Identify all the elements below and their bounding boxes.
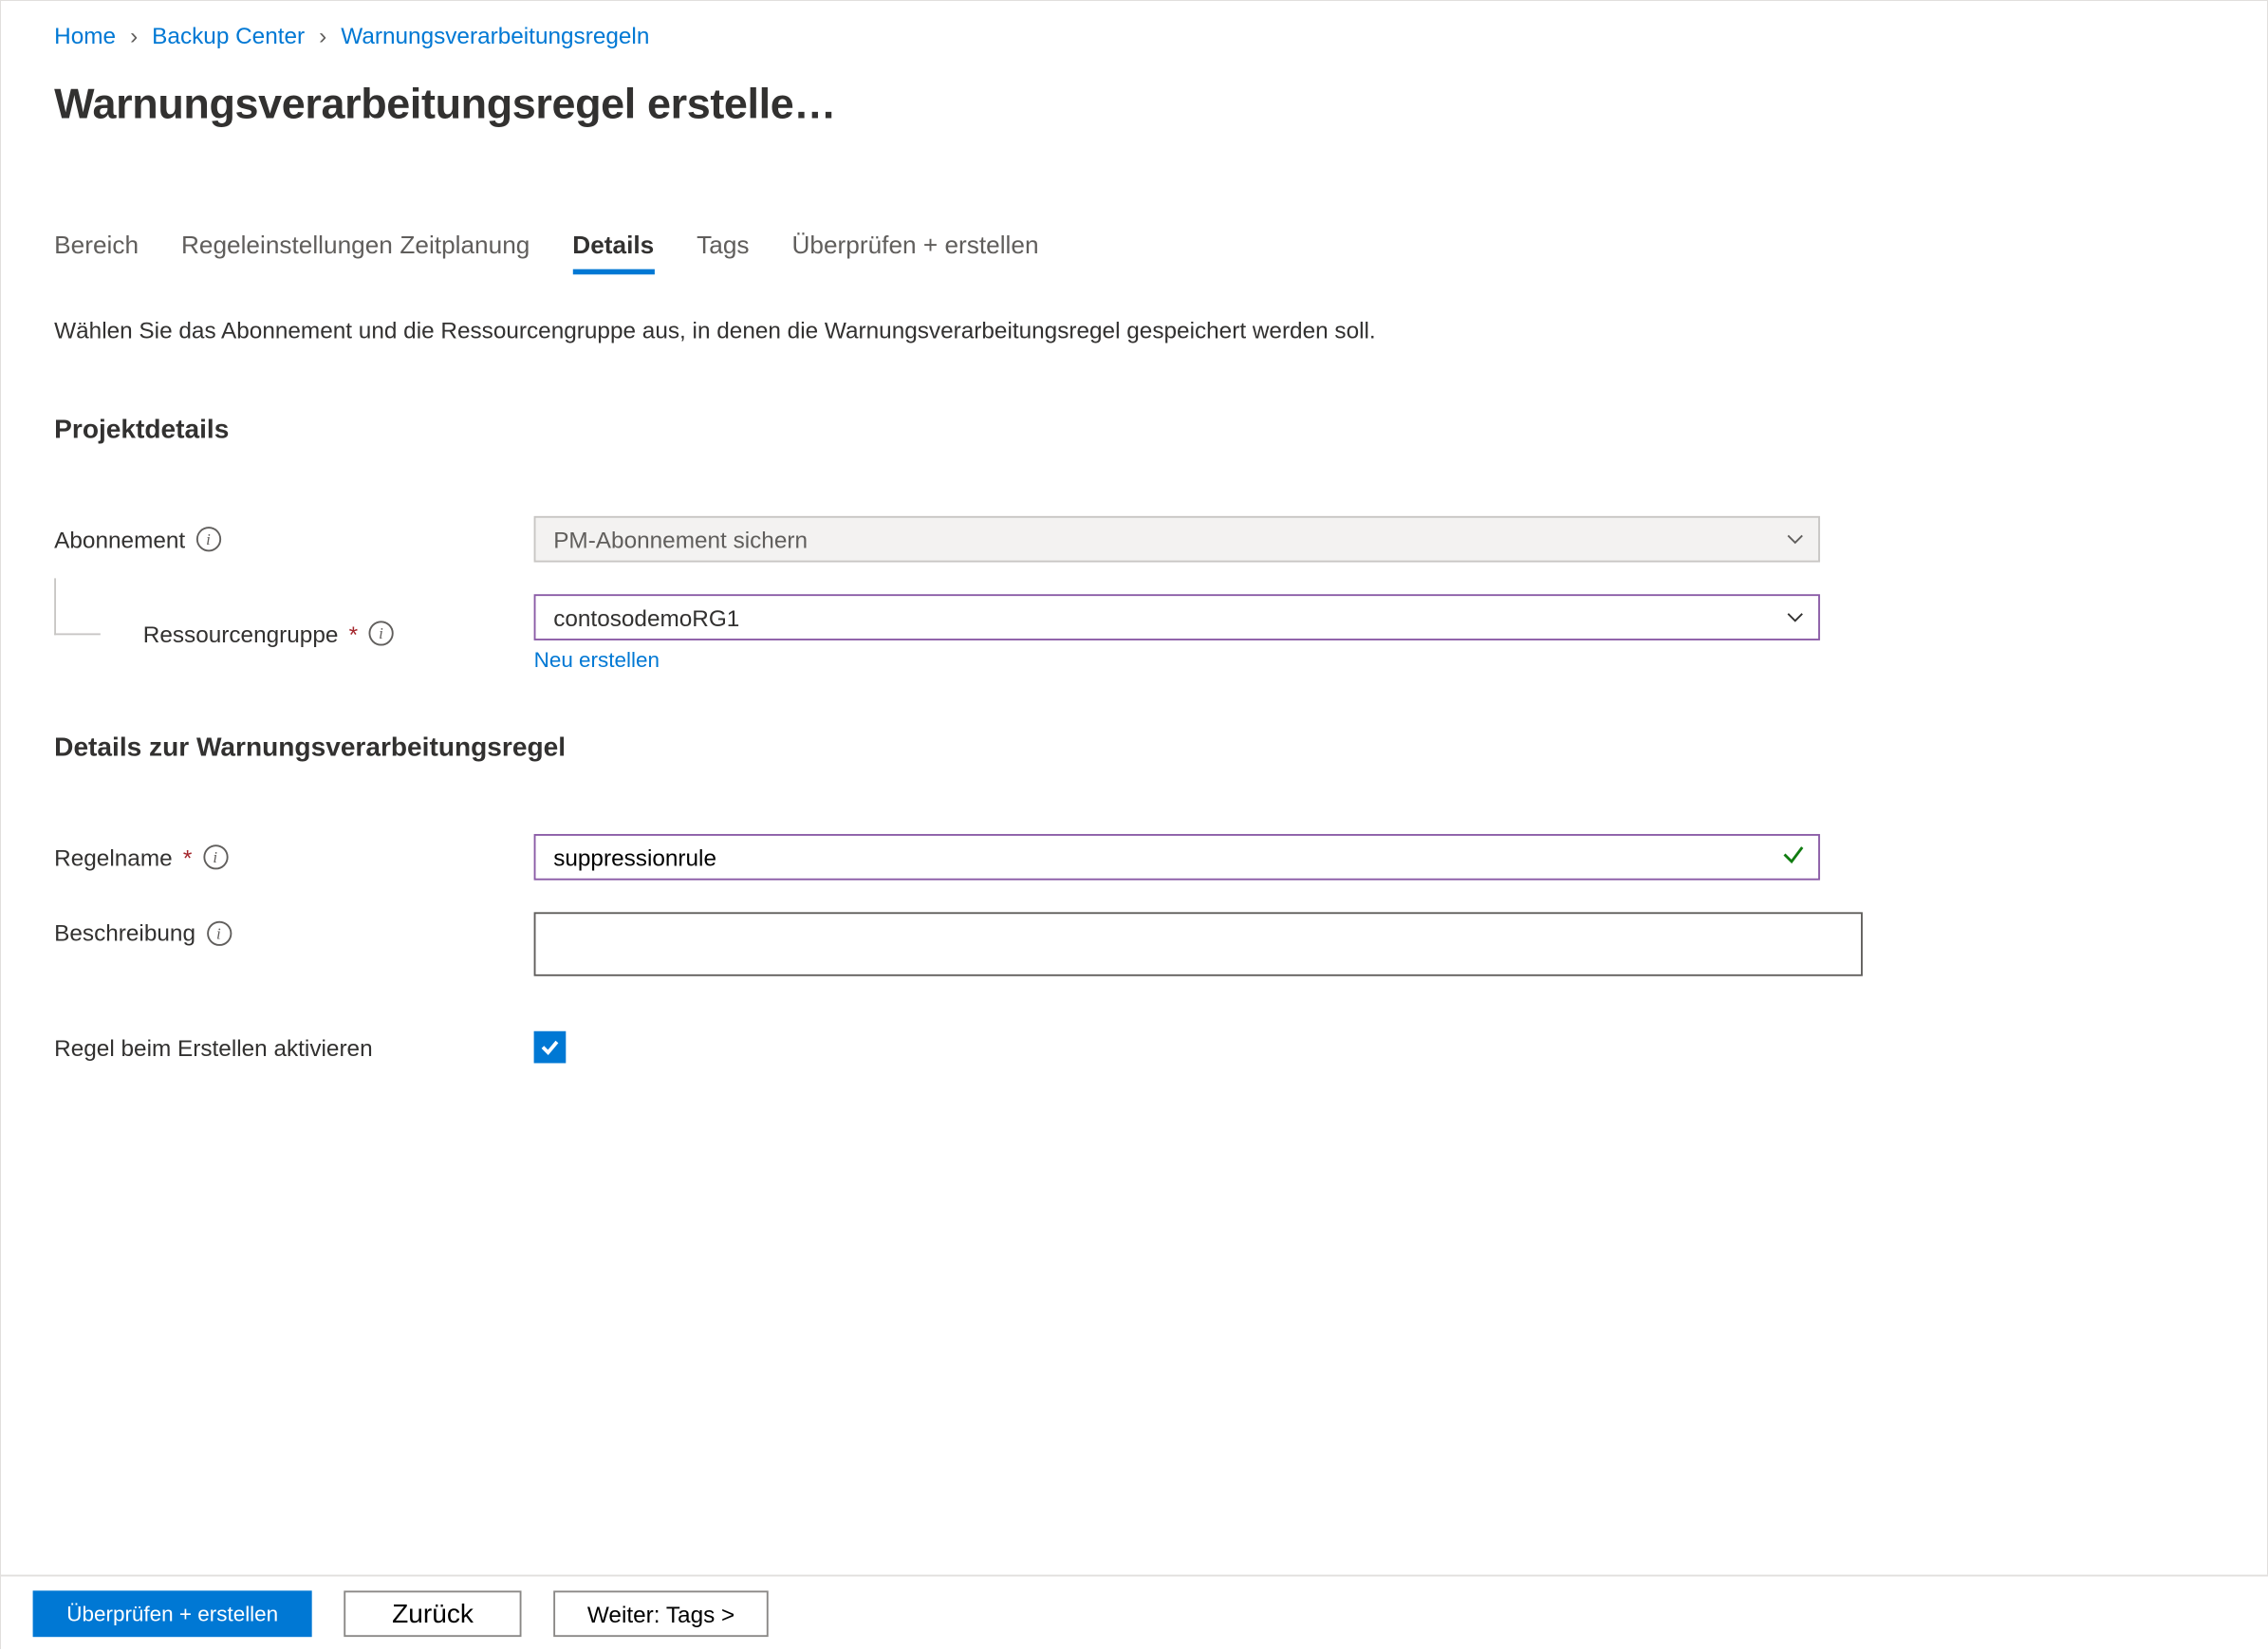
info-icon[interactable]: i [368,621,393,645]
rule-name-input[interactable] [534,834,1820,881]
resource-group-dropdown[interactable]: contosodemoRG1 [534,594,1820,640]
chevron-down-icon [1786,534,1804,545]
required-indicator: * [349,620,358,646]
tab-tags[interactable]: Tags [697,230,749,274]
info-icon[interactable]: i [206,920,231,945]
enable-on-create-checkbox[interactable] [534,1031,567,1064]
breadcrumb: Home › Backup Center › Warnungsverarbeit… [54,1,2216,49]
tab-bereich[interactable]: Bereich [54,230,139,274]
info-icon[interactable]: i [203,844,228,869]
next-button[interactable]: Weiter: Tags > [553,1590,768,1637]
description-input[interactable] [534,912,1863,975]
tree-connector-icon [54,577,101,634]
create-new-link[interactable]: Neu erstellen [534,647,660,672]
tab-zeitplanung[interactable]: Zeitplanung [400,230,530,274]
chevron-right-icon: › [319,22,326,48]
resource-group-label: Ressourcengruppe * i [54,620,533,646]
page-title: Warnungsverarbeitungsregel erstelle… [54,81,2216,130]
required-indicator: * [183,844,192,870]
chevron-down-icon [1786,612,1804,622]
check-icon [1781,842,1806,872]
intro-text: Wählen Sie das Abonnement und die Ressou… [54,317,2216,343]
back-button[interactable]: Zurück [344,1590,521,1637]
breadcrumb-backup-center[interactable]: Backup Center [152,22,305,48]
review-create-button[interactable]: Überprüfen + erstellen [33,1590,312,1637]
footer: Überprüfen + erstellen Zurück Weiter: Ta… [1,1575,2268,1651]
description-label: Beschreibung i [54,912,533,946]
breadcrumb-rules[interactable]: Warnungsverarbeitungsregeln [341,22,649,48]
tabs: Bereich Regeleinstellungen Zeitplanung D… [54,230,2216,274]
enable-on-create-label: Regel beim Erstellen aktivieren [54,1034,533,1061]
section-project-details: Projektdetails [54,415,2216,445]
subscription-dropdown[interactable]: PM-Abonnement sichern [534,516,1820,563]
info-icon[interactable]: i [195,527,220,551]
tab-details[interactable]: Details [572,230,654,274]
rule-name-label: Regelname * i [54,844,533,870]
breadcrumb-home[interactable]: Home [54,22,116,48]
subscription-label: Abonnement i [54,526,533,552]
tab-regeleinstellungen[interactable]: Regeleinstellungen [181,230,393,274]
section-rule-details: Details zur Warnungsverarbeitungsregel [54,733,2216,763]
chevron-right-icon: › [130,22,138,48]
tab-review[interactable]: Überprüfen + erstellen [791,230,1038,274]
